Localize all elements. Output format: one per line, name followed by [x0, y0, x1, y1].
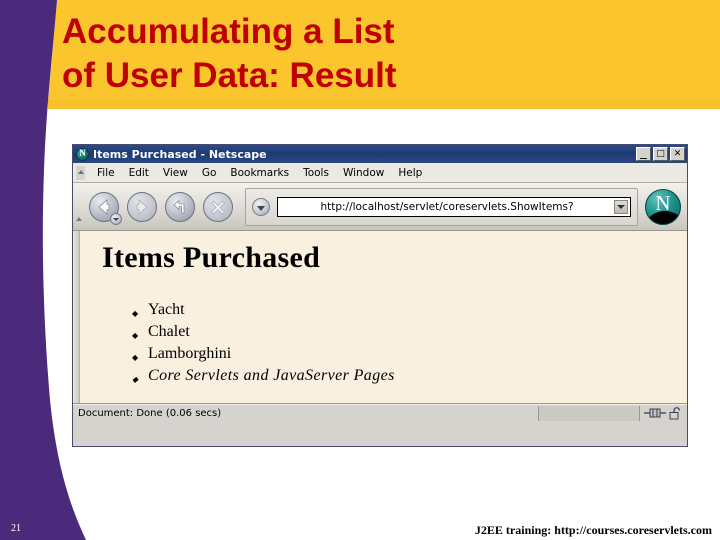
reload-arrow-icon [173, 199, 185, 213]
title-line-2: of User Data: Result [62, 56, 397, 95]
progress-area [539, 405, 640, 421]
items-list: Yacht Chalet Lamborghini Core Servlets a… [102, 299, 687, 391]
netscape-n-letter: N [655, 190, 671, 215]
page-proxy-icon[interactable] [252, 197, 270, 216]
status-icons [640, 406, 687, 420]
forward-button[interactable] [127, 191, 157, 222]
title-line-1: Accumulating a List [62, 12, 395, 51]
minimize-button[interactable]: _ [636, 145, 651, 161]
page-title: Accumulating a List of User Data: Result [62, 10, 662, 98]
status-text: Document: Done (0.06 secs) [73, 405, 539, 421]
back-button[interactable] [89, 191, 122, 225]
slide-page-number: 21 [11, 523, 21, 534]
document-body: Items Purchased Yacht Chalet Lamborghini… [80, 231, 687, 403]
chevron-down-icon[interactable] [614, 199, 628, 214]
list-item: Lamborghini [102, 343, 687, 369]
list-item: Yacht [102, 299, 687, 325]
minimize-icon: _ [640, 145, 647, 160]
arrow-right-icon [136, 198, 148, 215]
list-item: Core Servlets and JavaServer Pages [102, 365, 687, 391]
close-icon: ✕ [673, 149, 682, 159]
list-item: Chalet [102, 321, 687, 347]
close-x-icon [211, 200, 225, 214]
browser-window: Items Purchased - Netscape _ □ ✕ File Ed… [72, 144, 688, 447]
back-history-dropdown[interactable] [110, 212, 122, 225]
menu-item-tools[interactable]: Tools [296, 166, 336, 180]
menu-item-help[interactable]: Help [391, 166, 429, 180]
menubar-grip[interactable] [76, 165, 85, 180]
reload-button[interactable] [165, 191, 195, 222]
unlocked-padlock-icon[interactable] [669, 406, 683, 420]
menu-item-view[interactable]: View [156, 166, 195, 180]
slide: Accumulating a List of User Data: Result… [0, 0, 720, 540]
page-content: Items Purchased Yacht Chalet Lamborghini… [73, 231, 687, 404]
url-input[interactable]: http://localhost/servlet/coreservlets.Sh… [282, 201, 614, 213]
content-left-edge [73, 231, 80, 403]
browser-toolbar: http://localhost/servlet/coreservlets.Sh… [73, 183, 687, 231]
toolbar-grip[interactable] [75, 187, 83, 227]
netscape-logo-icon [76, 147, 89, 161]
slide-footer: J2EE training: http://courses.coreservle… [474, 523, 712, 537]
window-title: Items Purchased - Netscape [93, 147, 267, 161]
browser-titlebar: Items Purchased - Netscape _ □ ✕ [73, 145, 687, 163]
address-bar: http://localhost/servlet/coreservlets.Sh… [245, 187, 638, 226]
menu-item-window[interactable]: Window [336, 166, 391, 180]
network-connection-icon[interactable] [644, 407, 666, 419]
browser-statusbar: Document: Done (0.06 secs) [73, 404, 687, 421]
menu-item-file[interactable]: File [90, 166, 122, 180]
maximize-button[interactable]: □ [653, 147, 668, 161]
document-heading: Items Purchased [102, 241, 321, 274]
title-band-shade [48, 100, 720, 109]
close-button[interactable]: ✕ [670, 147, 685, 161]
menu-item-go[interactable]: Go [195, 166, 224, 180]
menu-item-edit[interactable]: Edit [122, 166, 156, 180]
window-controls: _ □ ✕ [636, 145, 685, 161]
netscape-throbber-icon[interactable]: N [645, 188, 681, 225]
menu-item-bookmarks[interactable]: Bookmarks [223, 166, 296, 180]
maximize-icon: □ [656, 149, 665, 159]
browser-menubar: File Edit View Go Bookmarks Tools Window… [73, 163, 687, 183]
address-input-wrapper[interactable]: http://localhost/servlet/coreservlets.Sh… [277, 196, 631, 217]
stop-button[interactable] [203, 191, 233, 222]
